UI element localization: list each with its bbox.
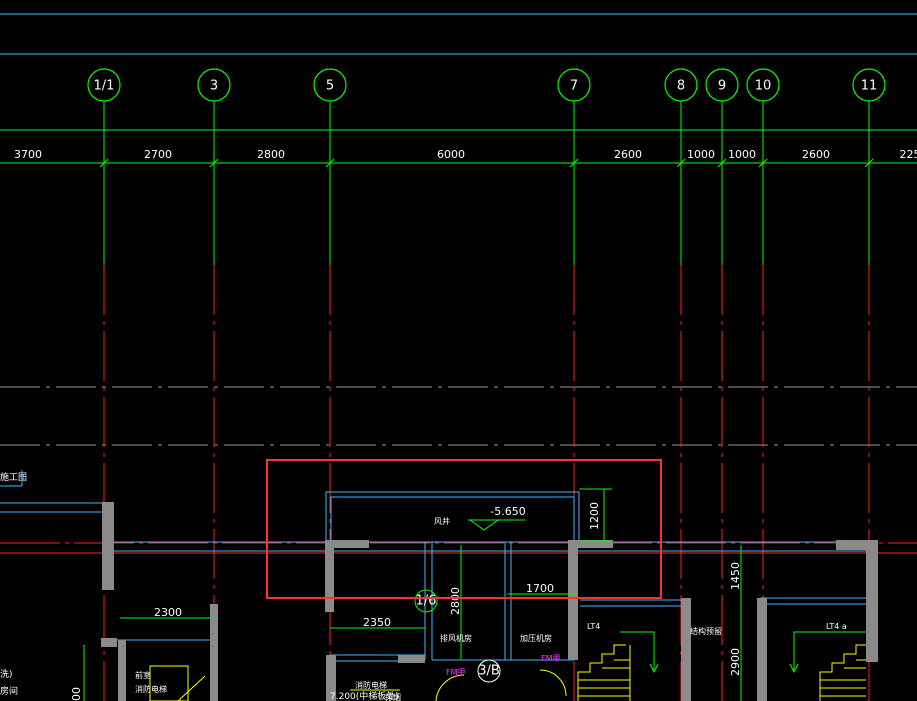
svg-text:洗): 洗) xyxy=(0,668,13,680)
dimension-label: 1450 xyxy=(729,562,742,590)
svg-text:7: 7 xyxy=(570,79,578,94)
svg-text:11: 11 xyxy=(861,79,878,94)
grid-bubble-small: 1/6 xyxy=(414,589,438,613)
dimension-label: 1000 xyxy=(728,148,756,161)
axis-bubble-10: 10 xyxy=(746,68,780,102)
left-title-block: 施工图 洗) 房间 xyxy=(0,470,27,697)
stair-right xyxy=(819,644,866,701)
grid-bubble-3b: 3/B xyxy=(477,659,501,683)
dimension-label: 2600 xyxy=(802,148,830,161)
dimension-label: 2900 xyxy=(729,648,742,676)
svg-text:房间: 房间 xyxy=(0,685,18,697)
door-label: FM甲 xyxy=(541,654,561,663)
dimension-label: 2800 xyxy=(257,148,285,161)
axis-bubble-3: 3 xyxy=(197,68,231,102)
svg-text:10: 10 xyxy=(755,79,772,94)
room-label: 排风机房 xyxy=(440,633,472,643)
dimension-label: 1700 xyxy=(526,582,554,595)
stair-label: LT4 a xyxy=(826,622,847,631)
dimension-label: 225 xyxy=(900,148,917,161)
axis-bubble-9: 9 xyxy=(705,68,739,102)
door-label: FM甲 xyxy=(446,668,466,677)
dimension-label: 00 xyxy=(70,687,83,701)
dimension-label: 2700 xyxy=(144,148,172,161)
lower-dimensions xyxy=(83,488,742,701)
axis-bubble-11: 11 xyxy=(852,68,886,102)
axis-bubble-7: 7 xyxy=(557,68,591,102)
axis-bubble-8: 8 xyxy=(664,68,698,102)
svg-text:3: 3 xyxy=(210,79,218,94)
dimension-label: 1200 xyxy=(588,502,601,530)
svg-text:施工图: 施工图 xyxy=(0,471,27,483)
room-label: 结构预留 xyxy=(690,626,722,636)
dimension-label: 2350 xyxy=(363,616,391,629)
axis-bubble-1-1: 1/1 xyxy=(87,68,121,102)
axis-bubble-5: 5 xyxy=(313,68,347,102)
room-label: 加压机房 xyxy=(520,633,552,643)
level-note: 7.200(中梯板处) xyxy=(330,690,399,701)
dimension-label: 2800 xyxy=(449,587,462,615)
svg-text:5: 5 xyxy=(326,79,334,94)
svg-text:8: 8 xyxy=(677,79,685,94)
dimension-label: 6000 xyxy=(437,148,465,161)
dimension-label: 1000 xyxy=(687,148,715,161)
dimension-label: 2600 xyxy=(614,148,642,161)
svg-text:9: 9 xyxy=(718,79,726,94)
room-label: 消防电梯 xyxy=(135,684,167,694)
dimension-label: 2300 xyxy=(154,606,182,619)
elevation-label: -5.650 xyxy=(490,505,525,518)
stair-arrows xyxy=(620,631,866,674)
room-label: 风井 xyxy=(434,516,450,526)
room-label: 消防电梯 xyxy=(355,680,387,690)
cad-drawing: 1/1 3 5 7 8 9 10 11 3700 2700 2800 6000 … xyxy=(0,13,917,701)
stair-label: LT4 xyxy=(587,622,600,631)
room-label: 前室 xyxy=(135,670,151,680)
svg-text:1/6: 1/6 xyxy=(416,594,437,609)
svg-text:1/1: 1/1 xyxy=(94,79,115,94)
svg-text:3/B: 3/B xyxy=(478,664,500,679)
axis-lines xyxy=(103,101,870,701)
dimension-label: 3700 xyxy=(14,148,42,161)
stair-left xyxy=(577,644,631,701)
